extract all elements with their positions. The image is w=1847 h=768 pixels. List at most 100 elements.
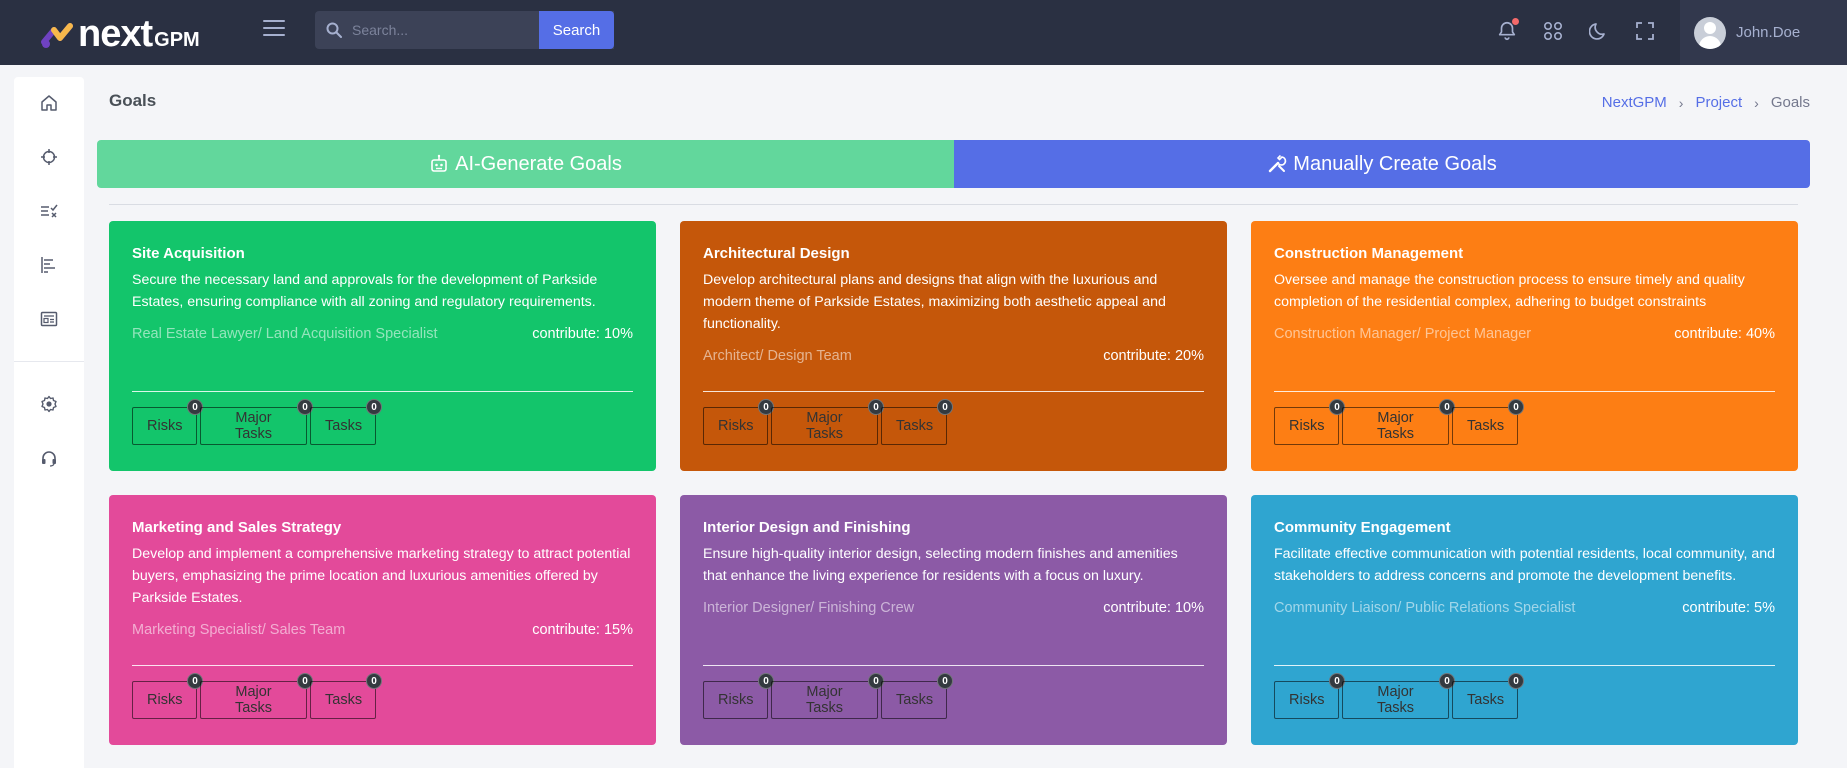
gear-icon[interactable] — [39, 394, 59, 414]
breadcrumb-item-project[interactable]: Project — [1695, 94, 1742, 111]
goal-role: Architect/ Design Team — [703, 348, 852, 364]
goal-card[interactable]: Interior Design and Finishing Ensure high… — [680, 495, 1227, 745]
major-tasks-button[interactable]: Major Tasks 0 — [200, 399, 313, 445]
home-icon[interactable] — [39, 93, 59, 113]
user-name: John.Doe — [1736, 24, 1801, 41]
tasks-count-badge: 0 — [366, 673, 382, 689]
risks-button[interactable]: Risks 0 — [132, 399, 203, 445]
goal-contribute: contribute: 5% — [1682, 600, 1775, 616]
goal-description: Oversee and manage the construction proc… — [1274, 272, 1745, 310]
tasks-button[interactable]: Tasks 0 — [881, 673, 953, 719]
tasks-label: Tasks — [896, 418, 934, 434]
headset-icon[interactable] — [39, 448, 59, 468]
moon-icon[interactable] — [1586, 18, 1612, 44]
tasks-count-badge: 0 — [937, 673, 953, 689]
avatar — [1694, 16, 1726, 49]
crosshair-icon[interactable] — [39, 147, 59, 167]
sidebar-divider — [14, 361, 84, 362]
goal-actions: Risks 0 Major Tasks 0 Tasks 0 — [1274, 399, 1524, 445]
goal-meta: Interior Designer/ Finishing Crew contrib… — [703, 599, 1204, 617]
goal-description: Develop and implement a comprehensive ma… — [132, 546, 631, 606]
gantt-icon[interactable] — [39, 255, 59, 275]
checklist-icon[interactable] — [39, 201, 59, 221]
goal-meta: Real Estate Lawyer/ Land Acquisition Spe… — [132, 325, 633, 343]
risks-button[interactable]: Risks 0 — [1274, 673, 1345, 719]
tasks-button[interactable]: Tasks 0 — [1452, 673, 1524, 719]
goal-description: Develop architectural plans and designs … — [703, 272, 1166, 332]
logo-subtext: GPM — [154, 29, 200, 51]
goal-title: Community Engagement — [1274, 519, 1451, 536]
risks-label: Risks — [1289, 692, 1325, 708]
logo-text: next — [78, 13, 153, 55]
goal-title: Site Acquisition — [132, 245, 245, 262]
fullscreen-icon[interactable] — [1632, 18, 1658, 44]
risks-button[interactable]: Risks 0 — [1274, 399, 1345, 445]
goal-contribute: contribute: 10% — [532, 326, 633, 342]
user-menu[interactable]: John.Doe — [1680, 0, 1847, 65]
card-divider — [703, 665, 1204, 666]
goal-role: Community Liaison/ Public Relations Spec… — [1274, 600, 1576, 616]
menu-toggle-icon[interactable] — [263, 20, 285, 38]
card-divider — [1274, 391, 1775, 392]
tasks-button[interactable]: Tasks 0 — [1452, 399, 1524, 445]
tasks-button[interactable]: Tasks 0 — [310, 673, 382, 719]
logo[interactable]: next GPM — [40, 12, 200, 55]
major-tasks-button[interactable]: Major Tasks 0 — [1342, 673, 1455, 719]
major-tasks-label: Major Tasks — [805, 684, 844, 716]
major-tasks-label: Major Tasks — [234, 684, 273, 716]
major-tasks-button[interactable]: Major Tasks 0 — [771, 673, 884, 719]
goal-meta: Construction Manager/ Project Manager con… — [1274, 325, 1775, 343]
goal-title: Interior Design and Finishing — [703, 519, 911, 536]
major-tasks-button[interactable]: Major Tasks 0 — [200, 673, 313, 719]
goal-contribute: contribute: 40% — [1674, 326, 1775, 342]
goal-card[interactable]: Architectural Design Develop architectura… — [680, 221, 1227, 471]
bell-icon[interactable] — [1494, 18, 1520, 44]
goal-title: Architectural Design — [703, 245, 850, 262]
goal-contribute: contribute: 10% — [1103, 600, 1204, 616]
goal-meta: Marketing Specialist/ Sales Team contribu… — [132, 621, 633, 639]
apps-icon[interactable] — [1540, 18, 1566, 44]
goal-title: Marketing and Sales Strategy — [132, 519, 342, 536]
ai-generate-goals-button[interactable]: AI-Generate Goals — [97, 140, 954, 188]
risks-button[interactable]: Risks 0 — [132, 673, 203, 719]
page-title: Goals — [109, 91, 157, 110]
tools-icon — [1267, 154, 1287, 174]
goal-card[interactable]: Construction Management Oversee and manag… — [1251, 221, 1798, 471]
goal-title: Construction Management — [1274, 245, 1464, 262]
goal-contribute: contribute: 20% — [1103, 348, 1204, 364]
major-tasks-button[interactable]: Major Tasks 0 — [1342, 399, 1455, 445]
goal-meta: Architect/ Design Team contribute: 20% — [703, 347, 1204, 365]
goal-actions: Risks 0 Major Tasks 0 Tasks 0 — [703, 673, 953, 719]
robot-icon — [429, 154, 449, 174]
breadcrumb-item-nextgpm[interactable]: NextGPM — [1602, 94, 1667, 111]
tasks-label: Tasks — [1467, 418, 1505, 434]
manually-create-goals-button[interactable]: Manually Create Goals — [954, 140, 1810, 188]
risks-button[interactable]: Risks 0 — [703, 399, 774, 445]
goal-meta: Community Liaison/ Public Relations Spec… — [1274, 599, 1775, 617]
card-divider — [703, 391, 1204, 392]
goal-actions: Risks 0 Major Tasks 0 Tasks 0 — [132, 399, 382, 445]
goal-card[interactable]: Marketing and Sales Strategy Develop and … — [109, 495, 656, 745]
major-tasks-label: Major Tasks — [234, 410, 273, 442]
chevron-right-icon: › — [1678, 94, 1684, 111]
goal-card[interactable]: Site Acquisition Secure the necessary lan… — [109, 221, 656, 471]
goal-description: Facilitate effective communication with … — [1274, 546, 1776, 584]
major-tasks-label: Major Tasks — [1376, 684, 1415, 716]
tasks-button[interactable]: Tasks 0 — [881, 399, 953, 445]
topbar: next GPM Search John.Doe — [0, 0, 1847, 65]
tasks-label: Tasks — [896, 692, 934, 708]
tasks-label: Tasks — [325, 418, 363, 434]
report-icon[interactable] — [39, 309, 59, 329]
search-button[interactable]: Search — [539, 11, 614, 49]
risks-label: Risks — [1289, 418, 1325, 434]
risks-label: Risks — [147, 692, 183, 708]
risks-button[interactable]: Risks 0 — [703, 673, 774, 719]
major-tasks-button[interactable]: Major Tasks 0 — [771, 399, 884, 445]
tasks-button[interactable]: Tasks 0 — [310, 399, 382, 445]
major-tasks-label: Major Tasks — [1376, 410, 1415, 442]
risks-label: Risks — [718, 418, 754, 434]
risks-label: Risks — [147, 418, 183, 434]
notification-dot — [1512, 18, 1519, 25]
goal-card[interactable]: Community Engagement Facilitate effective… — [1251, 495, 1798, 745]
tasks-count-badge: 0 — [366, 399, 382, 415]
